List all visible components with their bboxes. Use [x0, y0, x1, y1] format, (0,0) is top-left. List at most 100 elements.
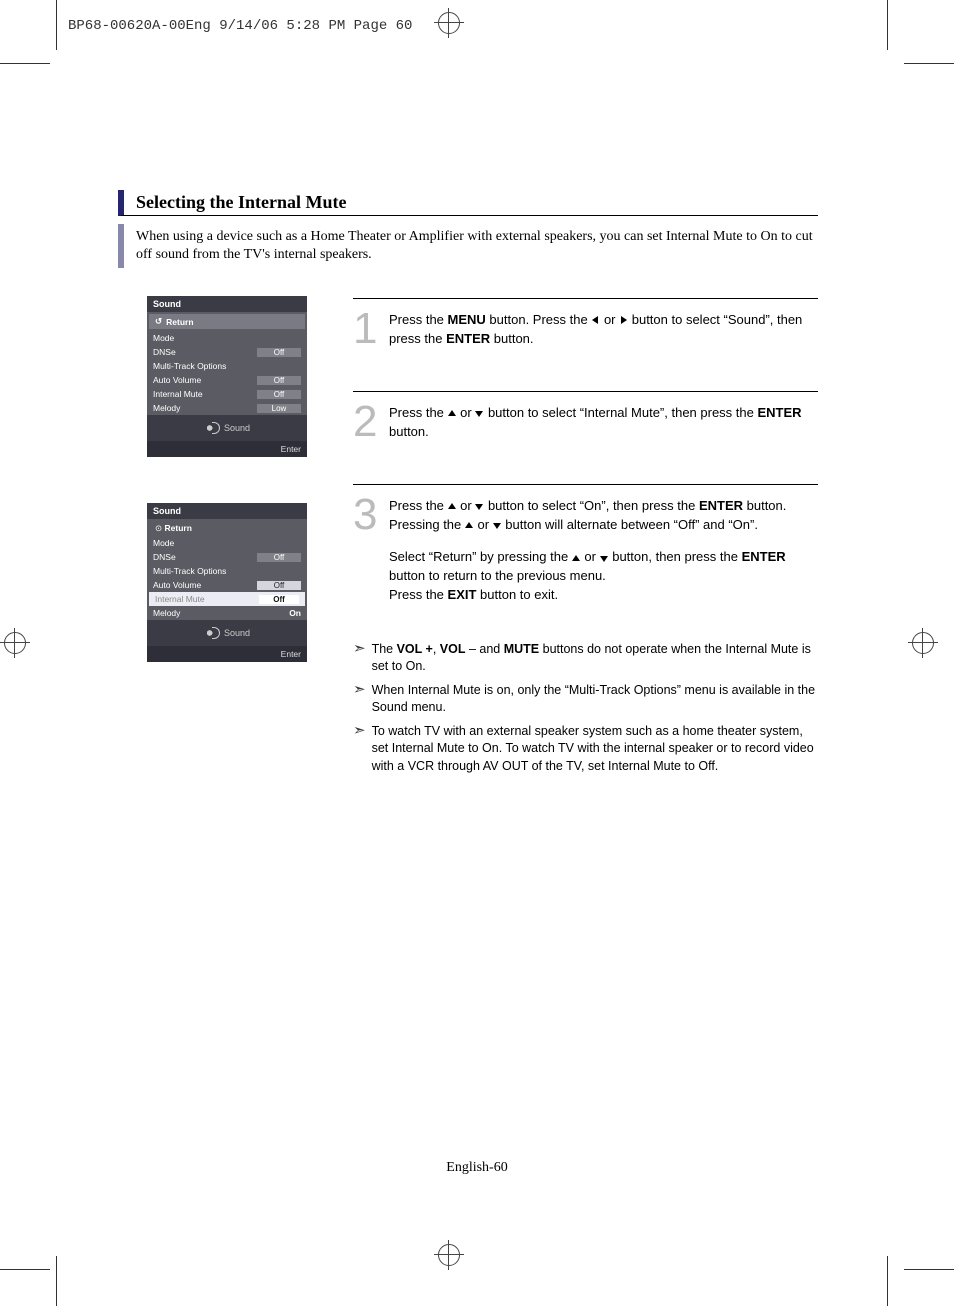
registration-mark-icon — [438, 1244, 460, 1266]
text: button to exit. — [476, 587, 558, 602]
crop-mark — [56, 1256, 57, 1306]
text: button to select “On”, then press the — [484, 498, 699, 513]
osd-icon-row: Sound — [147, 415, 307, 441]
osd-label: Auto Volume — [153, 580, 201, 590]
text: button will alternate between “Off” and … — [502, 517, 758, 532]
step-text: Press the or button to select “Internal … — [389, 404, 818, 456]
text-bold: MENU — [448, 312, 486, 327]
osd-value: Off — [257, 553, 301, 562]
crop-mark — [56, 0, 57, 50]
print-header: BP68-00620A-00Eng 9/14/06 5:28 PM Page 6… — [68, 18, 412, 34]
registration-mark-icon — [912, 632, 934, 654]
osd-footer: Enter — [147, 441, 307, 457]
osd-label: Internal Mute — [153, 389, 203, 399]
osd-label: Multi-Track Options — [153, 361, 226, 371]
osd-return-label: Return — [166, 317, 193, 327]
text: , — [433, 642, 440, 656]
text: Press the — [389, 498, 448, 513]
text: Press the — [389, 312, 448, 327]
osd-title: Sound — [147, 296, 307, 312]
up-arrow-icon — [448, 502, 457, 511]
speaker-icon — [204, 626, 218, 640]
text: or — [457, 405, 476, 420]
intro-text: When using a device such as a Home Theat… — [136, 228, 818, 264]
title-bar: Selecting the Internal Mute — [118, 190, 818, 216]
text: button to select “Internal Mute”, then p… — [484, 405, 757, 420]
bullet-icon: ➣ — [353, 723, 366, 776]
crop-mark — [887, 1256, 888, 1306]
text-bold: EXIT — [448, 587, 477, 602]
crop-mark — [887, 0, 888, 50]
note-2: ➣ When Internal Mute is on, only the “Mu… — [353, 682, 818, 717]
note-3: ➣ To watch TV with an external speaker s… — [353, 723, 818, 776]
osd-row-dnse: DNSe Off — [147, 345, 307, 359]
osd-value: Off — [257, 390, 301, 399]
step-number: 2 — [353, 404, 379, 439]
registration-mark-icon — [438, 12, 460, 34]
osd-icon-label: Sound — [224, 423, 250, 433]
text: button to return to the previous menu. — [389, 568, 606, 583]
osd-return-label: Return — [165, 523, 192, 533]
osd-row-dnse: DNSe Off — [147, 550, 307, 564]
osd-row-melody: Melody Low — [147, 401, 307, 415]
down-arrow-icon — [600, 554, 609, 563]
osd-return-row: ↺ Return — [149, 314, 305, 329]
return-icon: ↺ — [155, 316, 162, 327]
text: button. Press the — [486, 312, 592, 327]
intro-block: When using a device such as a Home Theat… — [118, 224, 818, 268]
step-1: 1 Press the MENU button. Press the or bu… — [353, 298, 818, 391]
note-text: The VOL +, VOL – and MUTE buttons do not… — [372, 641, 818, 676]
page-content: Selecting the Internal Mute When using a… — [118, 190, 818, 775]
right-arrow-icon — [619, 316, 628, 325]
text: or — [581, 549, 600, 564]
crop-mark — [904, 1269, 954, 1270]
osd-row-internal: Internal Mute Off — [147, 387, 307, 401]
text: button, then press the — [609, 549, 742, 564]
osd-label: DNSe — [153, 347, 176, 357]
note-text: To watch TV with an external speaker sys… — [372, 723, 818, 776]
bullet-icon: ➣ — [353, 682, 366, 717]
note-1: ➣ The VOL +, VOL – and MUTE buttons do n… — [353, 641, 818, 676]
osd-icon-row: Sound — [147, 620, 307, 646]
osd-menu-1: Sound ↺ Return Mode DNSe Off Multi-Track O… — [147, 296, 307, 457]
osd-enter-label: Enter — [281, 649, 301, 659]
text: button. — [490, 331, 533, 346]
osd-footer: Enter — [147, 646, 307, 662]
osd-row-multi: Multi-Track Options — [147, 359, 307, 373]
down-arrow-icon — [493, 521, 502, 530]
osd-icon-label: Sound — [224, 628, 250, 638]
osd-row-mode: Mode — [147, 536, 307, 550]
osd-value: Low — [257, 404, 301, 413]
registration-mark-icon — [4, 632, 26, 654]
osd-label: DNSe — [153, 552, 176, 562]
text-bold: ENTER — [742, 549, 786, 564]
down-arrow-icon — [475, 409, 484, 418]
return-icon: ⊙ — [155, 523, 162, 533]
text: or — [600, 312, 619, 327]
step-3: 3 Press the or button to select “On”, th… — [353, 484, 818, 635]
step-text: Press the or button to select “On”, then… — [389, 497, 818, 619]
osd-label: Mode — [153, 333, 174, 343]
osd-value: Off — [259, 595, 299, 604]
osd-menu-2: Sound ⊙ Return Mode DNSe Off Multi-Track … — [147, 503, 307, 662]
osd-label: Mode — [153, 538, 174, 548]
text-bold: ENTER — [757, 405, 801, 420]
osd-value: Off — [257, 348, 301, 357]
osd-row-multi: Multi-Track Options — [147, 564, 307, 578]
osd-label: Melody — [153, 608, 180, 618]
osd-label: Melody — [153, 403, 180, 413]
osd-enter-label: Enter — [281, 444, 301, 454]
osd-label: Internal Mute — [155, 594, 205, 604]
osd-return-row: ⊙ Return — [149, 521, 305, 536]
text-bold: VOL + — [397, 642, 433, 656]
text: – and — [466, 642, 504, 656]
osd-row-mode: Mode — [147, 331, 307, 345]
osd-value: On — [289, 608, 301, 618]
osd-row-melody: Melody On — [147, 606, 307, 620]
step-text: Press the MENU button. Press the or butt… — [389, 311, 818, 363]
step-2: 2 Press the or button to select “Interna… — [353, 391, 818, 484]
osd-value: Off — [257, 581, 301, 590]
page-title: Selecting the Internal Mute — [136, 192, 346, 212]
text: The — [372, 642, 397, 656]
crop-mark — [904, 63, 954, 64]
